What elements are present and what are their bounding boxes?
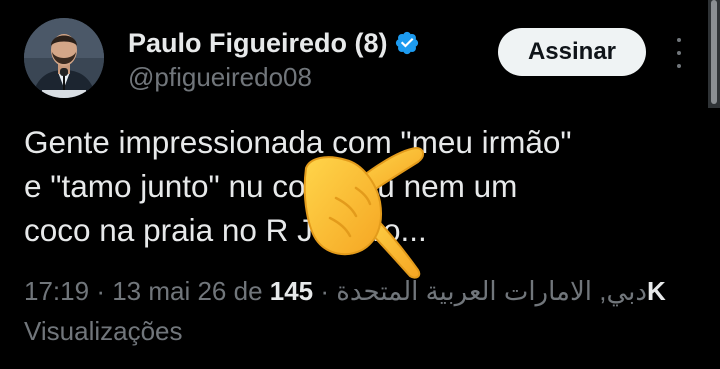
author-name[interactable]: Paulo Figueiredo (8) xyxy=(128,28,388,59)
meta-separator: · xyxy=(96,276,113,306)
tweet-date-location[interactable]: 13 mai 26 de دبي, الامارات العربية المتح… xyxy=(112,276,647,306)
more-options-icon[interactable] xyxy=(672,38,686,68)
avatar[interactable] xyxy=(24,18,104,98)
scrollbar-thumb[interactable] xyxy=(711,0,717,104)
verified-badge-icon[interactable] xyxy=(394,30,420,56)
tweet-time[interactable]: 17:19 xyxy=(24,276,89,306)
author-name-row: Paulo Figueiredo (8) xyxy=(128,26,420,60)
more-dot xyxy=(677,38,681,42)
more-dot xyxy=(677,51,681,55)
more-dot xyxy=(677,64,681,68)
pointing-hand-emoji-icon xyxy=(303,146,424,279)
tweet-meta: 17:19 · 13 mai 26 de دبي, الامارات العرب… xyxy=(24,274,704,308)
author-handle[interactable]: @pfigueiredo08 xyxy=(128,62,312,93)
tweet-detail: Paulo Figueiredo (8) @pfigueiredo08 Assi… xyxy=(0,0,720,369)
subscribe-button[interactable]: Assinar xyxy=(498,28,646,76)
views-label: Visualizações xyxy=(24,316,183,346)
meta-separator: · xyxy=(313,276,330,306)
avatar-photo-icon xyxy=(24,18,104,98)
